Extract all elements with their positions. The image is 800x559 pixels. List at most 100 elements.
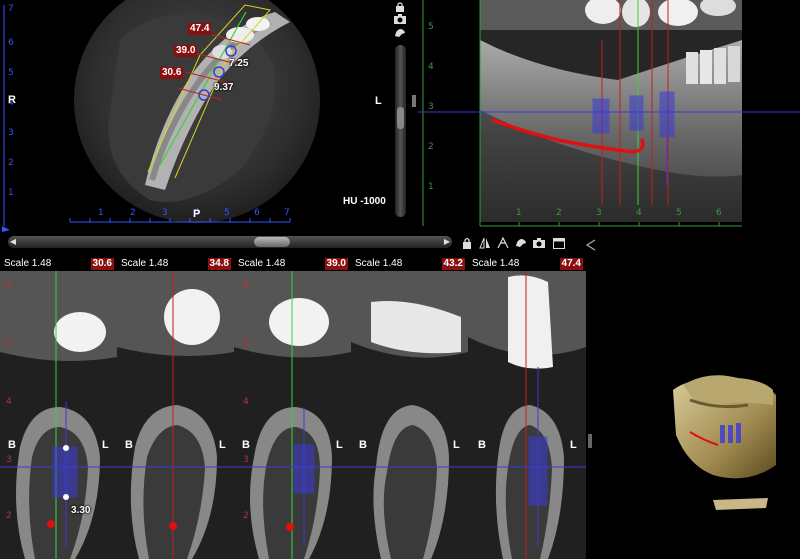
axial-diameter-label: 9.37: [214, 82, 234, 93]
slice-ruler-tick: 4: [6, 397, 12, 407]
cross-section-slice[interactable]: B L: [468, 257, 586, 559]
tooth-icon[interactable]: [393, 26, 407, 40]
axial-view[interactable]: 7 6 5 4 3 2 1 1 2 3 4 5 6 7 R P 47.4 39.…: [0, 0, 320, 232]
slice-extend-handle[interactable]: [585, 238, 598, 251]
slice-scale-label: Scale 1.48: [121, 258, 169, 269]
axial-measure-39-0[interactable]: 39.0: [174, 45, 198, 57]
view-toolbar-vertical: [393, 0, 407, 42]
axial-ruler-bottom-tick: 3: [162, 208, 168, 218]
slice-image: [117, 257, 234, 559]
window-icon[interactable]: [552, 236, 566, 250]
pano-ruler-bottom-tick: 6: [716, 208, 722, 218]
slice-image: [234, 257, 351, 559]
slice-ruler-tick: 5: [6, 339, 12, 349]
slice-ruler-tick: 5: [243, 339, 249, 349]
pano-ruler-left-tick: 4: [428, 62, 434, 72]
pano-ruler-bottom-tick: 5: [676, 208, 682, 218]
slice-header: Scale 1.48 34.8: [117, 257, 233, 271]
pano-ruler-left-tick: 5: [428, 22, 434, 32]
slice-ruler-tick: 6: [6, 281, 12, 291]
cross-section-slice[interactable]: B L: [117, 257, 235, 559]
scrollbar-thumb[interactable]: [254, 237, 290, 247]
pano-ruler-left-tick: 1: [428, 182, 434, 192]
scroll-right-arrow-icon[interactable]: ▶: [442, 237, 452, 247]
slice-vertical-scrollbar[interactable]: [395, 45, 406, 217]
axial-diameter-label: 7.25: [229, 58, 249, 69]
panoramic-image: [418, 0, 800, 227]
slice-scale-label: Scale 1.48: [4, 258, 52, 269]
slice-position-badge: 43.2: [441, 258, 465, 270]
slice-header: Scale 1.48 39.0: [234, 257, 350, 271]
slice-scale-label: Scale 1.48: [355, 258, 403, 269]
axial-ruler-bottom-tick: 7: [284, 208, 290, 218]
axial-ruler-bottom-tick: 5: [224, 208, 230, 218]
hu-value-label: HU -1000: [343, 196, 386, 207]
slice-lingual-label: L: [336, 439, 343, 451]
slice-position-badge: 39.0: [324, 258, 348, 270]
pano-ruler-bottom-tick: 1: [516, 208, 522, 218]
axial-ruler-bottom-tick: 6: [254, 208, 260, 218]
volume-render-image: [673, 375, 776, 510]
cross-section-slice[interactable]: B L: [351, 257, 469, 559]
slice-header: Scale 1.48 47.4: [468, 257, 585, 271]
slice-header: Scale 1.48 43.2: [351, 257, 467, 271]
slice-buccal-label: B: [125, 439, 133, 451]
flip-icon[interactable]: [478, 236, 492, 250]
slice-buccal-label: B: [242, 439, 250, 451]
slice-ruler-tick: 3: [6, 455, 12, 465]
pano-ruler-bottom-tick: 3: [596, 208, 602, 218]
axial-ruler-left-tick: 6: [8, 38, 14, 48]
slice-strip-handle[interactable]: [588, 434, 592, 448]
axial-ruler-left-tick: 7: [8, 4, 14, 14]
slice-scale-label: Scale 1.48: [238, 258, 286, 269]
axial-ruler-bottom-tick: 1: [98, 208, 104, 218]
scroll-left-arrow-icon[interactable]: ◀: [8, 237, 18, 247]
panoramic-view[interactable]: 5 4 3 2 1 1 2 3 4 5 6: [418, 0, 800, 232]
orientation-right-label: R: [8, 94, 16, 106]
axial-ruler-left-tick: 1: [8, 188, 14, 198]
scrollbar-thumb[interactable]: [397, 107, 404, 129]
pano-ruler-bottom-tick: 2: [556, 208, 562, 218]
slice-ruler-tick: 2: [243, 511, 249, 521]
cross-section-strip: 3.30 B L B L B L B L B L 6 5 4 3 2 6 5 4…: [0, 257, 586, 559]
pano-ruler-left-tick: 3: [428, 102, 434, 112]
slice-buccal-label: B: [8, 439, 16, 451]
lock-icon[interactable]: [460, 236, 474, 250]
axial-measure-47-4[interactable]: 47.4: [188, 23, 212, 35]
volume-3d-view[interactable]: [598, 260, 800, 559]
camera-icon[interactable]: [532, 236, 546, 250]
axial-ruler-left-tick: 2: [8, 158, 14, 168]
slice-lingual-label: L: [219, 439, 226, 451]
axial-ruler-left-tick: 5: [8, 68, 14, 78]
slice-measure-label: 3.30: [71, 505, 91, 516]
axial-ruler-bottom-tick: 2: [130, 208, 136, 218]
slice-buccal-label: B: [359, 439, 367, 451]
slice-buccal-label: B: [478, 439, 486, 451]
slice-header: Scale 1.48 30.6: [0, 257, 116, 271]
slice-ruler-tick: 6: [243, 281, 249, 291]
mirror-icon[interactable]: [496, 236, 510, 250]
slice-ruler-tick: 3: [243, 455, 249, 465]
slice-image: [0, 257, 117, 559]
axial-ruler-left-tick: 3: [8, 128, 14, 138]
cross-section-slice[interactable]: B L: [234, 257, 352, 559]
orientation-left-label: L: [375, 95, 382, 107]
slice-lingual-label: L: [570, 439, 577, 451]
window-level-marker[interactable]: [412, 95, 416, 107]
slice-position-badge: 47.4: [559, 258, 583, 270]
slice-toolbar: [460, 236, 572, 250]
cross-section-slice[interactable]: 3.30 B L: [0, 257, 118, 559]
slice-horizontal-scrollbar[interactable]: ◀ ▶: [8, 236, 452, 248]
axial-image: [2, 0, 320, 232]
camera-icon[interactable]: [393, 12, 407, 26]
pano-ruler-left-tick: 2: [428, 142, 434, 152]
axial-measure-30-6[interactable]: 30.6: [160, 67, 184, 79]
tooth-icon[interactable]: [514, 236, 528, 250]
slice-image: [468, 257, 586, 559]
slice-scale-label: Scale 1.48: [472, 258, 520, 269]
slice-ruler-tick: 2: [6, 511, 12, 521]
slice-image: [351, 271, 468, 559]
slice-position-badge: 30.6: [90, 258, 114, 270]
slice-lingual-label: L: [102, 439, 109, 451]
slice-ruler-tick: 4: [243, 397, 249, 407]
